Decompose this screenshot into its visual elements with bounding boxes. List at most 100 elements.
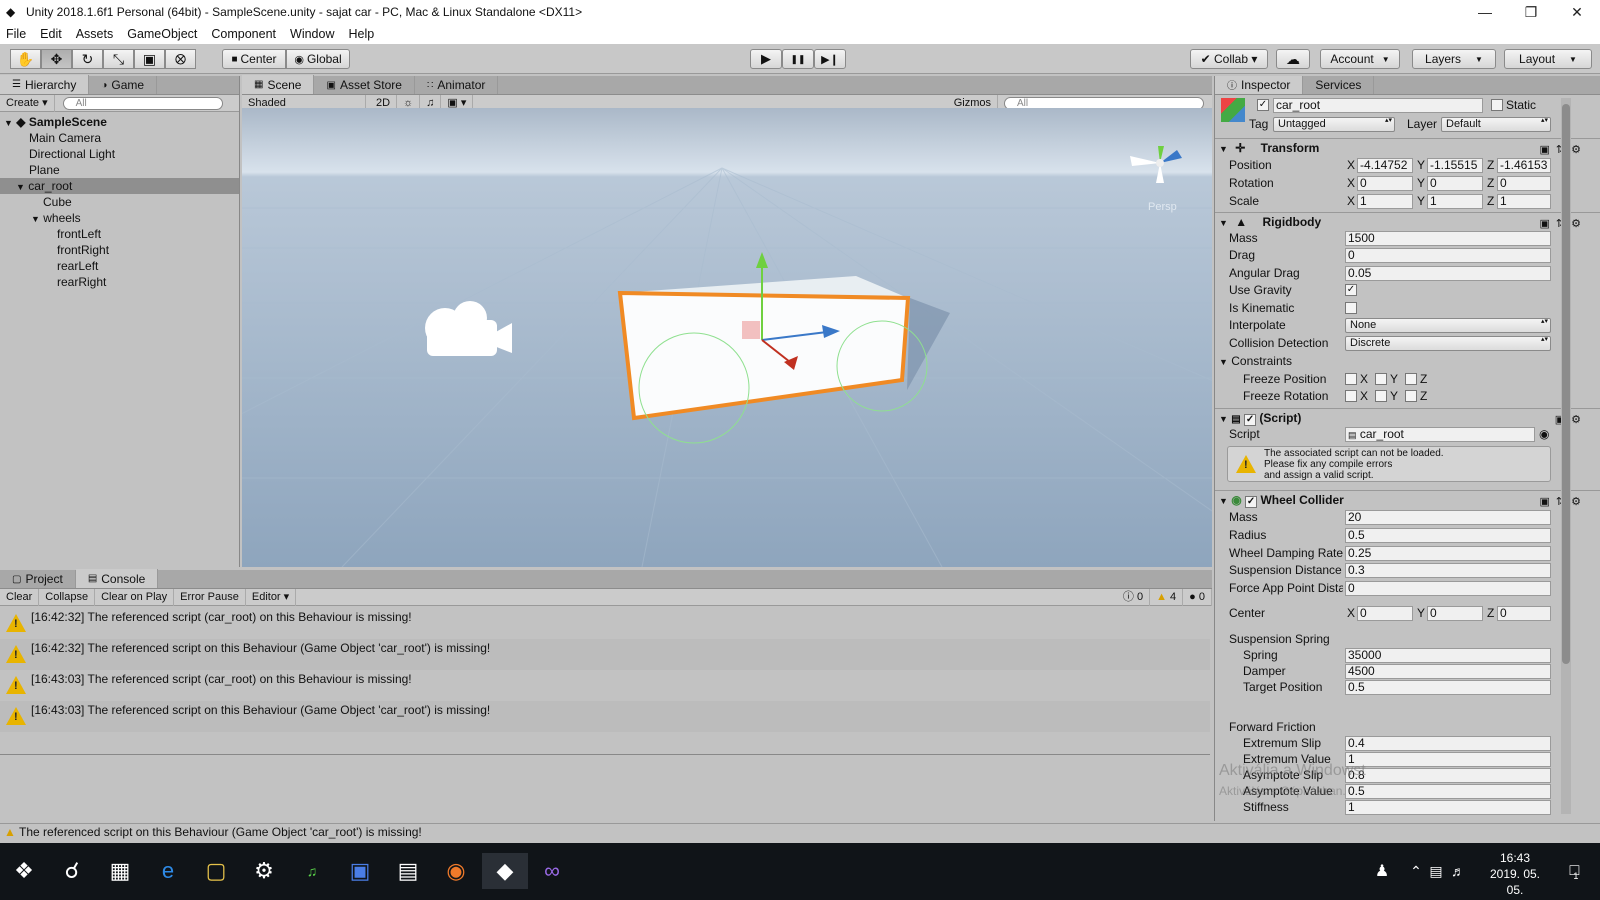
collision-detection-dropdown[interactable]: Discrete [1345, 336, 1551, 351]
menu-window[interactable]: Window [290, 27, 334, 41]
scale-x-input[interactable]: 1 [1357, 194, 1413, 209]
move-tool-icon[interactable]: ✥ [41, 49, 72, 69]
error-count-toggle[interactable]: ● 0 [1183, 588, 1212, 606]
collab-button[interactable]: ✔ Collab ▾ [1190, 49, 1268, 69]
scene-root-item[interactable]: ▼ ◆ SampleScene [4, 114, 107, 130]
status-bar[interactable]: ▲ The referenced script on this Behaviou… [0, 823, 1600, 841]
cloud-icon[interactable]: ☁ [1276, 49, 1310, 69]
force-app-point-input[interactable]: 0 [1345, 581, 1551, 596]
menu-file[interactable]: File [6, 27, 26, 41]
hierarchy-item-car-root[interactable]: ▼ car_root [0, 178, 239, 194]
layer-dropdown[interactable]: Default [1441, 117, 1551, 132]
wheel-collider-header[interactable]: ▼ ◉ ✓ Wheel Collider▣⇅⚙ [1215, 490, 1600, 508]
info-count-toggle[interactable]: ⓘ 0 [1117, 588, 1151, 606]
mass-input[interactable]: 1500 [1345, 231, 1551, 246]
script-enabled-checkbox[interactable]: ✓ [1244, 414, 1257, 426]
wheel-damping-input[interactable]: 0.25 [1345, 546, 1551, 561]
people-icon[interactable]: ♟ [1364, 853, 1400, 889]
warning-count-toggle[interactable]: ▲ 4 [1150, 588, 1184, 606]
inspector-scrollbar-thumb[interactable] [1562, 104, 1570, 664]
console-error-pause-button[interactable]: Error Pause [174, 588, 246, 606]
extremum-slip-input[interactable]: 0.4 [1345, 736, 1551, 751]
hierarchy-item-rearleft[interactable]: rearLeft [57, 258, 98, 274]
camera-gizmo-icon[interactable] [425, 301, 512, 356]
script-header[interactable]: ▼ ▤ ✓ (Script)▣⚙ [1215, 408, 1600, 426]
notification-center-icon[interactable]: □ 1 [1556, 853, 1592, 889]
hierarchy-item-plane[interactable]: Plane [29, 162, 60, 178]
center-z-input[interactable]: 0 [1497, 606, 1551, 621]
tab-console[interactable]: ▤ Console [75, 569, 159, 588]
hierarchy-item-directional-light[interactable]: Directional Light [29, 146, 115, 162]
wheel-radius-input[interactable]: 0.5 [1345, 528, 1551, 543]
rotate-tool-icon[interactable]: ↻ [72, 49, 103, 69]
tab-game[interactable]: ◑ Game [89, 76, 158, 94]
hierarchy-item-wheels[interactable]: ▼ wheels [31, 210, 81, 226]
center-y-input[interactable]: 0 [1427, 606, 1483, 621]
menu-edit[interactable]: Edit [40, 27, 62, 41]
console-entry[interactable]: [16:42:32] The referenced script on this… [0, 639, 1210, 670]
visual-studio-icon[interactable]: ∞ [534, 853, 570, 889]
scale-tool-icon[interactable]: ⤡ [103, 49, 134, 69]
taskbar-clock[interactable]: 16:43 2019. 05. 05. [1480, 850, 1550, 898]
tab-project[interactable]: ▢ Project [0, 570, 76, 588]
move-gizmo-plane-handle[interactable] [742, 321, 760, 339]
rotation-z-input[interactable]: 0 [1497, 176, 1551, 191]
edge-browser-icon[interactable]: e [150, 853, 186, 889]
console-entry[interactable]: [16:43:03] The referenced script on this… [0, 701, 1210, 732]
damper-input[interactable]: 4500 [1345, 664, 1551, 679]
hierarchy-item-frontright[interactable]: frontRight [57, 242, 109, 258]
settings-gear-icon[interactable]: ⚙ [246, 853, 282, 889]
console-clear-on-play-button[interactable]: Clear on Play [95, 588, 175, 606]
scale-y-input[interactable]: 1 [1427, 194, 1483, 209]
rotation-y-input[interactable]: 0 [1427, 176, 1483, 191]
windows-start-icon[interactable]: ❖ [6, 853, 42, 889]
target-position-input[interactable]: 0.5 [1345, 680, 1551, 695]
freeze-position-x-checkbox[interactable] [1345, 373, 1357, 385]
wheel-enabled-checkbox[interactable]: ✓ [1245, 496, 1258, 508]
file-explorer-icon[interactable]: ▢ [198, 853, 234, 889]
layers-button[interactable]: Layers ▼ [1412, 49, 1496, 69]
console-entry[interactable]: [16:42:32] The referenced script (car_ro… [0, 608, 1210, 639]
step-button[interactable]: ▶❙ [814, 49, 846, 69]
account-button[interactable]: Account ▼ [1320, 49, 1400, 69]
object-picker-icon[interactable]: ◉ [1539, 427, 1549, 441]
persp-label[interactable]: Persp [1148, 201, 1177, 213]
pause-button[interactable]: ❚❚ [782, 49, 814, 69]
freeze-position-y-checkbox[interactable] [1375, 373, 1387, 385]
center-x-input[interactable]: 0 [1357, 606, 1413, 621]
asymptote-value-input[interactable]: 0.5 [1345, 784, 1551, 799]
position-z-input[interactable]: -1.46153 [1497, 158, 1551, 173]
volume-icon[interactable]: ♬ [1440, 853, 1476, 889]
tab-services[interactable]: Services [1303, 76, 1375, 94]
rigidbody-header[interactable]: ▼ ▲ Rigidbody▣⇅⚙ [1215, 212, 1600, 230]
pivot-center-button[interactable]: ■ Center [222, 49, 286, 69]
use-gravity-checkbox[interactable]: ✓ [1345, 284, 1357, 296]
terminal-app-icon[interactable]: ▤ [390, 853, 426, 889]
freeze-rotation-x-checkbox[interactable] [1345, 390, 1357, 402]
menu-component[interactable]: Component [211, 27, 276, 41]
menu-assets[interactable]: Assets [76, 27, 114, 41]
active-checkbox[interactable]: ✓ [1257, 99, 1269, 111]
extremum-value-input[interactable]: 1 [1345, 752, 1551, 767]
pivot-global-button[interactable]: ◉ Global [286, 49, 350, 69]
tab-hierarchy[interactable]: ☰ Hierarchy [0, 75, 90, 94]
drag-input[interactable]: 0 [1345, 248, 1551, 263]
y-arrow-icon[interactable] [756, 252, 768, 268]
stiffness-input[interactable]: 1 [1345, 800, 1551, 815]
tab-asset-store[interactable]: ▣ Asset Store [314, 76, 415, 94]
inspector-scrollbar[interactable] [1561, 98, 1571, 814]
task-view-icon[interactable]: ▦ [102, 853, 138, 889]
create-button[interactable]: Create ▾ [0, 94, 55, 112]
maximize-button[interactable]: ❐ [1508, 4, 1554, 21]
orientation-gizmo[interactable] [1130, 146, 1182, 183]
console-clear-button[interactable]: Clear [0, 588, 40, 606]
gameobject-name-input[interactable]: car_root [1273, 98, 1483, 113]
transform-tool-icon[interactable]: ⭙ [165, 49, 196, 69]
freeze-position-z-checkbox[interactable] [1405, 373, 1417, 385]
tab-inspector[interactable]: ⓘ Inspector [1215, 76, 1304, 94]
script-field[interactable]: ▤ car_root [1345, 427, 1535, 442]
menu-help[interactable]: Help [348, 27, 374, 41]
tab-animator[interactable]: ∷ Animator [415, 76, 499, 94]
suspension-distance-input[interactable]: 0.3 [1345, 563, 1551, 578]
close-button[interactable]: ✕ [1554, 4, 1600, 21]
